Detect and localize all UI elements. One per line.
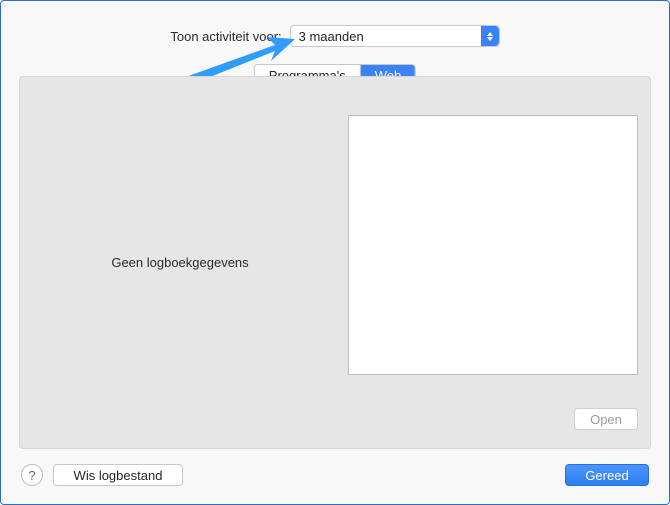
clear-log-button[interactable]: Wis logbestand [53,464,183,486]
help-button[interactable]: ? [21,464,43,486]
open-button-label: Open [590,412,622,427]
log-panel: Geen logboekgegevens Open [19,76,651,449]
no-log-message: Geen logboekgegevens [20,77,340,448]
activity-filter-row: Toon activiteit voor: 3 maanden [1,25,669,47]
dropdown-value: 3 maanden [299,29,364,44]
activity-duration-dropdown[interactable]: 3 maanden [290,25,500,47]
help-icon: ? [28,468,35,483]
chevron-up-icon [487,32,493,36]
clear-log-label: Wis logbestand [74,468,163,483]
open-button[interactable]: Open [574,408,638,430]
dropdown-stepper-icon [481,26,499,46]
chevron-down-icon [487,37,493,41]
preferences-window: Toon activiteit voor: 3 maanden Programm… [0,0,670,505]
web-log-listbox[interactable] [348,115,638,375]
done-button-label: Gereed [585,468,628,483]
done-button[interactable]: Gereed [565,464,649,486]
